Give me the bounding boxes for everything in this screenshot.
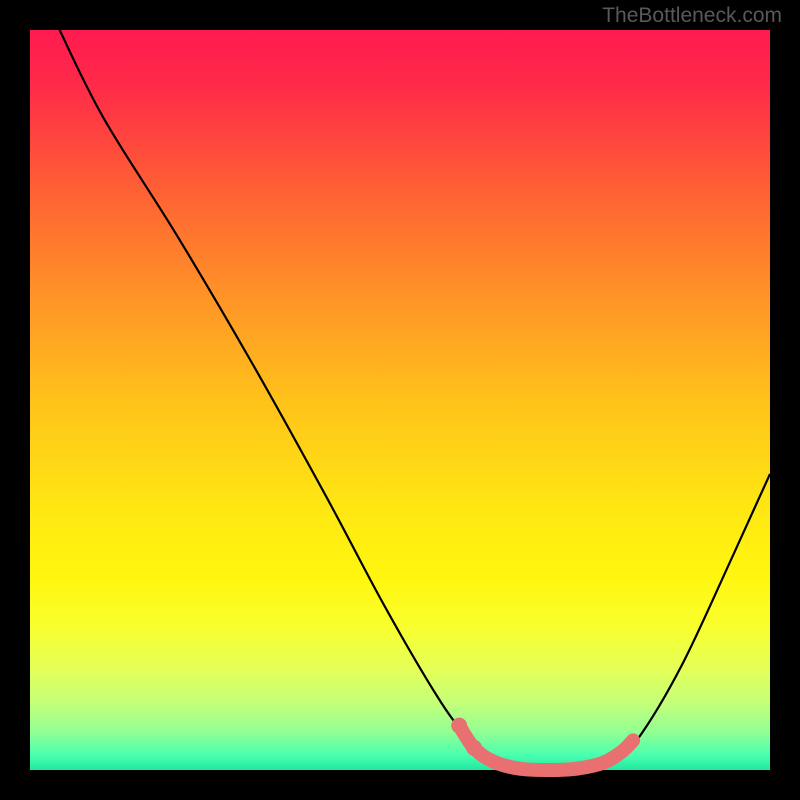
watermark-text: TheBottleneck.com (602, 4, 782, 28)
chart-frame: TheBottleneck.com (0, 0, 800, 800)
highlight-dot (466, 740, 482, 756)
gradient-background (30, 30, 770, 770)
bottleneck-chart (0, 0, 800, 800)
highlight-dot (451, 718, 467, 734)
